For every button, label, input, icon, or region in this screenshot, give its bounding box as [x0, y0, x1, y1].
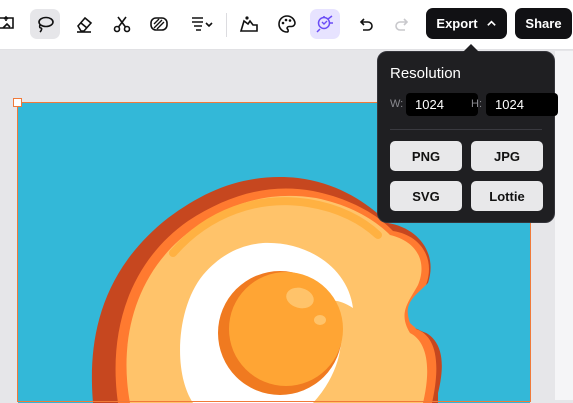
shapes-icon — [239, 16, 258, 32]
redo-icon — [395, 18, 409, 31]
scissors-icon — [113, 16, 131, 33]
lottie-button[interactable]: Lottie — [471, 181, 543, 211]
shapes-tool[interactable] — [234, 9, 264, 39]
eraser-icon — [77, 16, 93, 33]
popover-divider — [390, 129, 542, 130]
remove-background-icon — [150, 17, 168, 31]
export-popover: Resolution W: 1024 H: 1024 PNG JPG SVG L… — [377, 44, 558, 223]
palette-tool[interactable] — [272, 9, 302, 39]
png-button[interactable]: PNG — [390, 141, 462, 171]
magic-wand-icon — [316, 15, 333, 33]
toolbar-divider — [226, 13, 227, 37]
chevron-up-icon — [486, 20, 496, 26]
svg-button[interactable]: SVG — [390, 181, 462, 211]
popover-arrow — [463, 44, 479, 52]
resolution-title: Resolution — [390, 65, 461, 82]
magic-wand-tool[interactable] — [310, 9, 340, 39]
palette-icon — [278, 15, 296, 33]
remove-background-tool[interactable] — [144, 9, 174, 39]
scissors-tool[interactable] — [107, 9, 137, 39]
width-input[interactable]: 1024 — [406, 93, 478, 116]
eraser-tool[interactable] — [69, 9, 99, 39]
share-label: Share — [525, 16, 562, 31]
height-input[interactable]: 1024 — [486, 93, 558, 116]
jpg-button[interactable]: JPG — [471, 141, 543, 171]
layer-dropdown-icon — [192, 17, 213, 31]
undo-icon — [359, 18, 373, 31]
layer-dropdown-tool[interactable] — [184, 9, 218, 39]
lasso-tool[interactable] — [30, 9, 60, 39]
import-image-tool[interactable] — [0, 9, 22, 39]
export-label: Export — [436, 16, 478, 31]
height-label: H: — [471, 98, 482, 110]
export-button[interactable]: Export — [426, 8, 507, 39]
resize-handle[interactable] — [13, 98, 22, 107]
undo-button[interactable] — [350, 9, 380, 39]
import-image-icon — [0, 15, 14, 29]
share-button[interactable]: Share — [515, 8, 572, 39]
toolbar: Export Share — [0, 0, 573, 50]
lasso-icon — [38, 16, 54, 33]
redo-button[interactable] — [388, 9, 418, 39]
width-label: W: — [390, 98, 404, 110]
